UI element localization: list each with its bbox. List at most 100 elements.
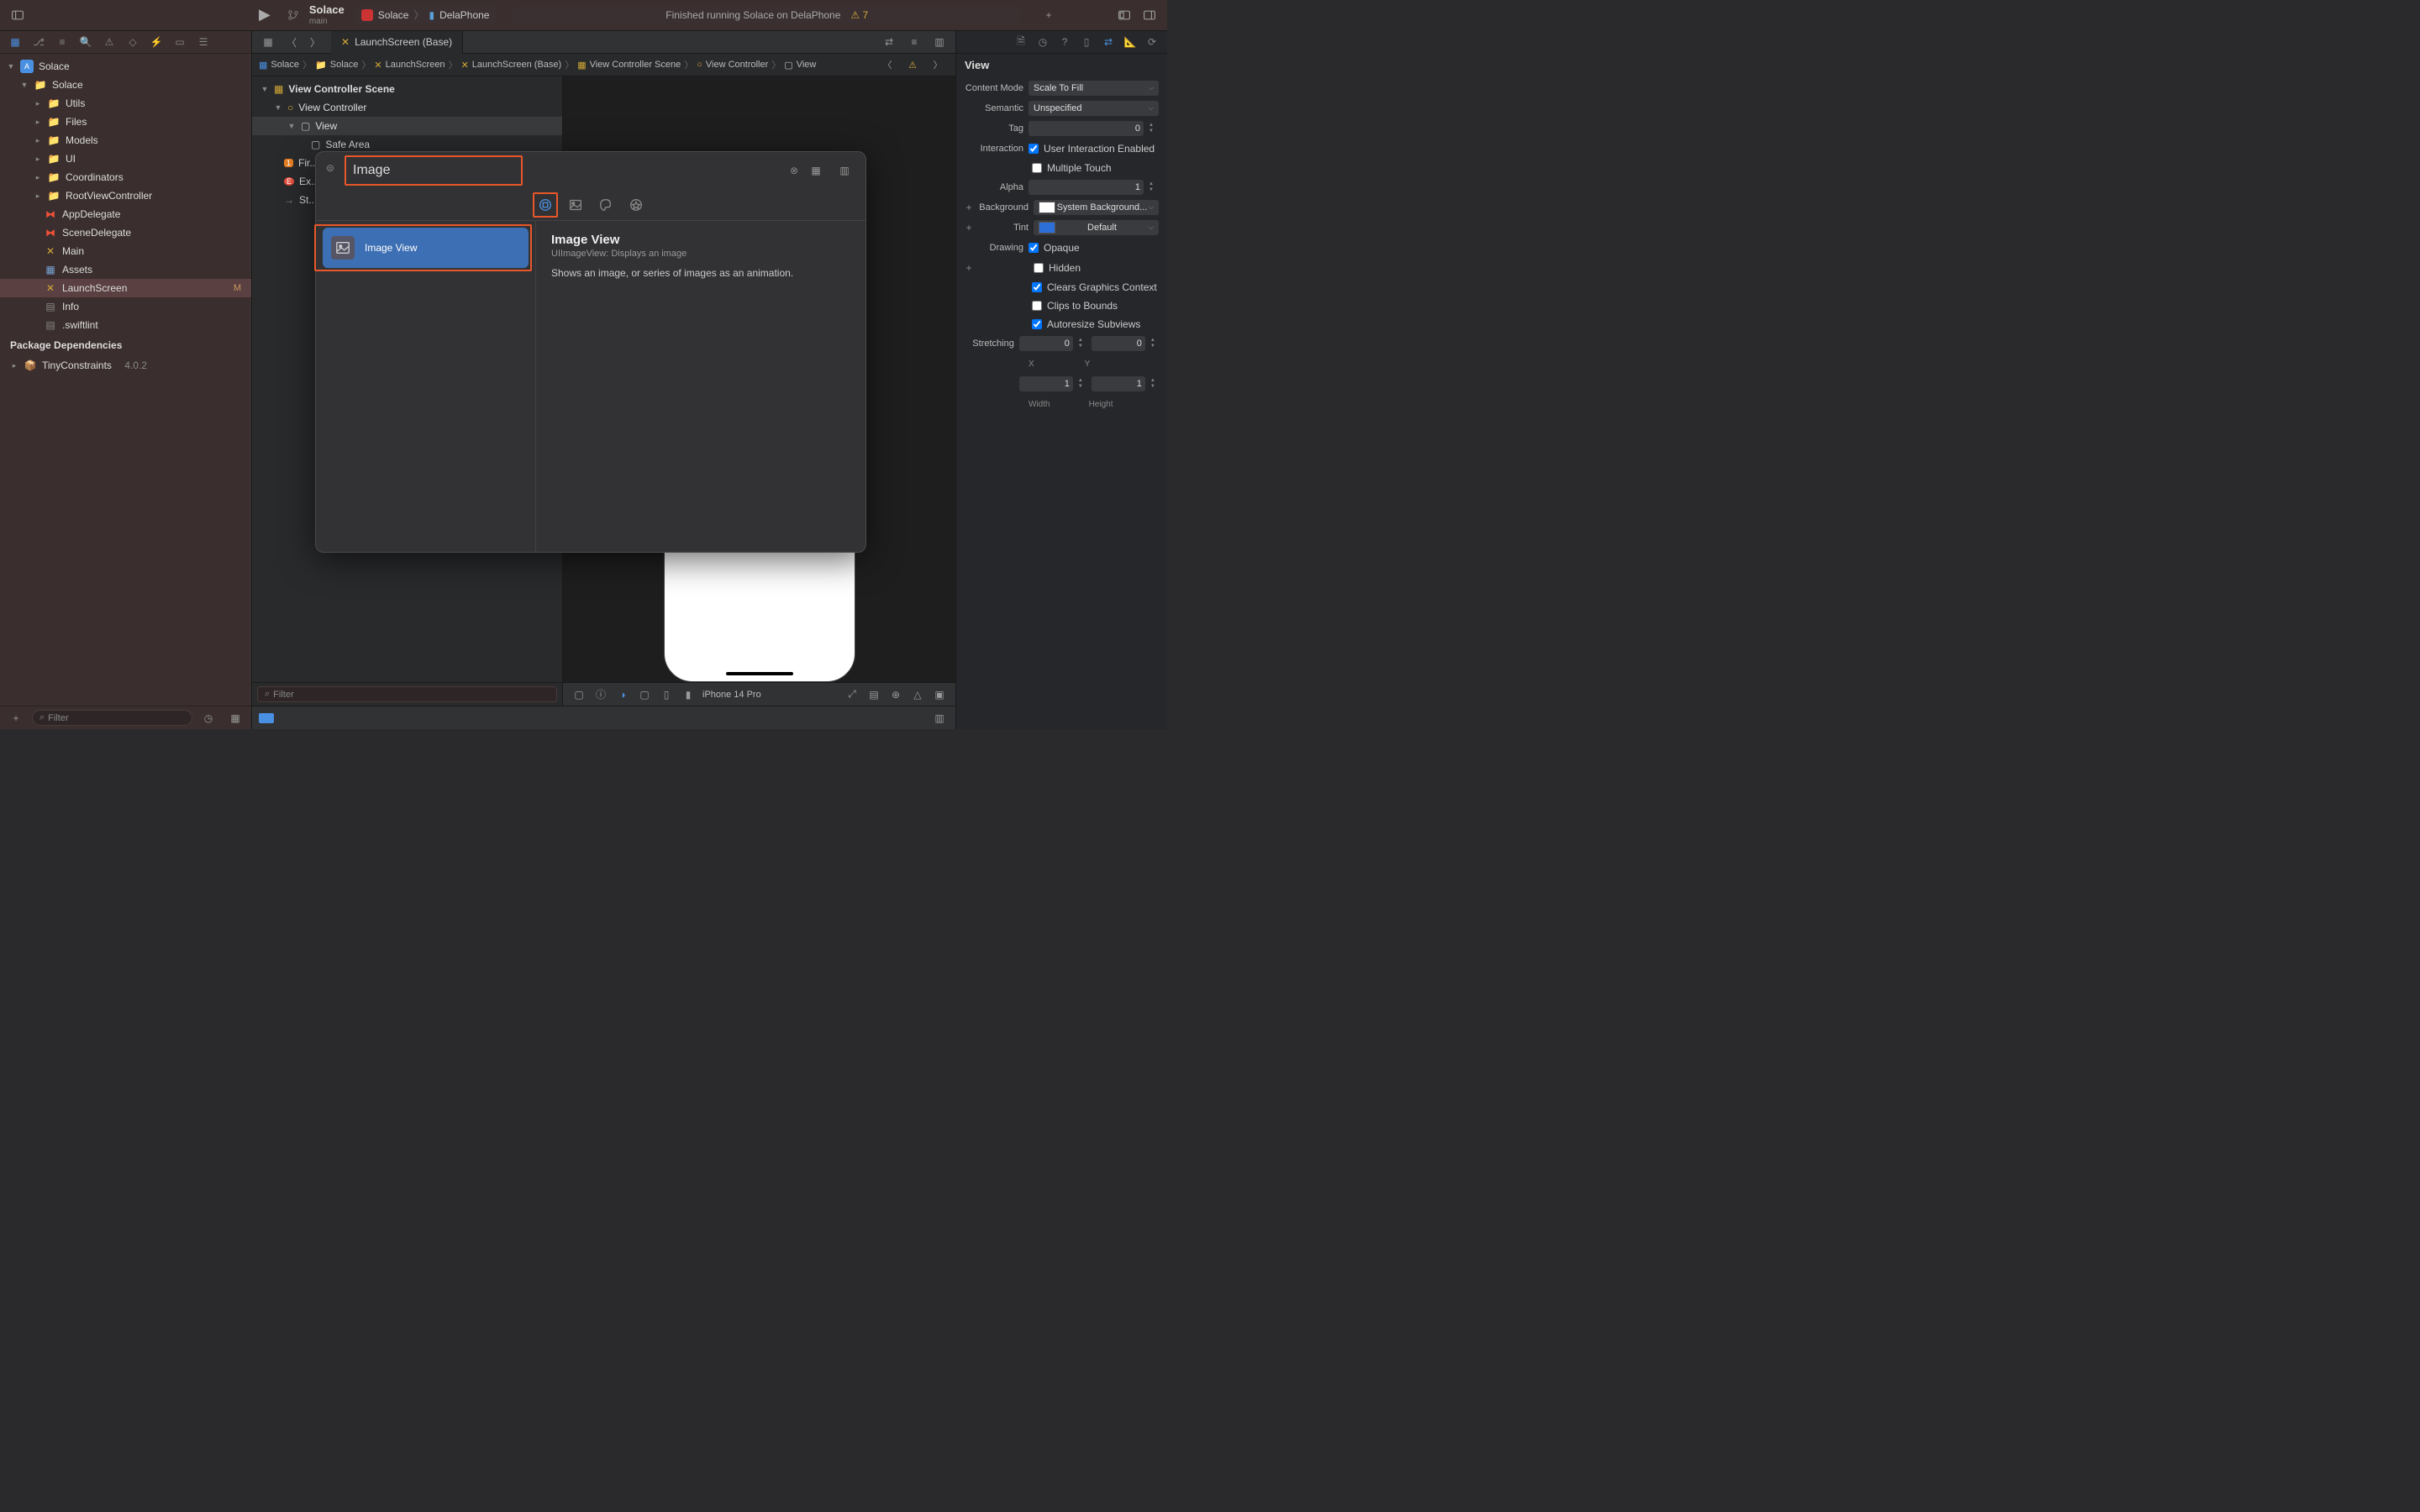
orientation-icon[interactable]: ⓘ: [592, 687, 610, 702]
breadcrumb-item[interactable]: ▢ View: [784, 60, 816, 71]
add-editor-button[interactable]: +: [1038, 6, 1060, 24]
add-tint-icon[interactable]: +: [965, 222, 973, 234]
jump-bar-right-icon[interactable]: 〉: [927, 55, 949, 74]
tree-group[interactable]: ▼📁 Solace: [0, 76, 251, 94]
tree-file[interactable]: ▤Info: [0, 297, 251, 316]
phone-icon[interactable]: ▮: [679, 687, 697, 702]
alpha-field[interactable]: [1028, 180, 1144, 195]
attributes-inspector-icon[interactable]: ⇄: [1098, 34, 1118, 50]
stretch-x-field[interactable]: [1019, 336, 1073, 351]
clear-search-icon[interactable]: ⊗: [790, 165, 798, 176]
tree-file[interactable]: ▦Assets: [0, 260, 251, 279]
library-filter-icon[interactable]: ⊜: [326, 162, 343, 179]
adjust-editor-icon[interactable]: ≡: [903, 33, 925, 51]
outline-filter[interactable]: ⌕Filter: [257, 686, 557, 702]
history-inspector-icon[interactable]: ◷: [1033, 34, 1053, 50]
background-select[interactable]: System Background...: [1034, 200, 1159, 215]
tree-file[interactable]: ✕Main: [0, 242, 251, 260]
connections-inspector-icon[interactable]: ⟳: [1142, 34, 1162, 50]
library-search-input[interactable]: [350, 160, 518, 181]
tree-folder[interactable]: ▸📁RootViewController: [0, 186, 251, 205]
tree-folder[interactable]: ▸📁Coordinators: [0, 168, 251, 186]
sidebar-left-icon[interactable]: [7, 6, 29, 24]
jump-bar-left-icon[interactable]: 〈: [876, 55, 898, 74]
align-icon[interactable]: ▤: [865, 687, 883, 702]
stepper-icon[interactable]: ▲▼: [1078, 338, 1086, 349]
device-label[interactable]: iPhone 14 Pro: [702, 690, 761, 700]
debug-panel-toggle-icon[interactable]: ▥: [930, 711, 949, 726]
status-warnings[interactable]: ⚠ 7: [850, 9, 868, 21]
breadcrumb-item[interactable]: ✕ LaunchScreen (Base): [461, 60, 562, 71]
close-tab-icon[interactable]: ✕: [341, 36, 350, 48]
library-item-image-view[interactable]: Image View: [323, 228, 529, 268]
color-tab-icon[interactable]: [597, 196, 615, 214]
symbol-navigator-icon[interactable]: ≡: [52, 34, 72, 50]
source-control-icon[interactable]: ⎇: [29, 34, 49, 50]
stepper-icon[interactable]: ▲▼: [1149, 181, 1159, 193]
stretch-w-field[interactable]: [1019, 376, 1073, 391]
breakpoint-navigator-icon[interactable]: ▭: [170, 34, 190, 50]
tree-folder[interactable]: ▸📁Files: [0, 113, 251, 131]
tag-field[interactable]: [1028, 121, 1144, 136]
view-as-icon[interactable]: ▢: [570, 687, 588, 702]
library-toggle-icon[interactable]: [1113, 6, 1135, 24]
debug-navigator-icon[interactable]: ⚡: [146, 34, 166, 50]
clears-graphics-check[interactable]: [1032, 282, 1042, 292]
scm-filter-icon[interactable]: ▦: [224, 709, 246, 727]
opaque-check[interactable]: [1028, 243, 1039, 253]
pin-icon[interactable]: ⊕: [886, 687, 905, 702]
test-navigator-icon[interactable]: ◇: [123, 34, 143, 50]
tint-select[interactable]: Default: [1034, 220, 1159, 235]
breadcrumb-item[interactable]: ▦ View Controller Scene: [577, 60, 681, 71]
zoom-fit-icon[interactable]: ⤢: [843, 687, 861, 702]
stretch-y-field[interactable]: [1092, 336, 1145, 351]
find-navigator-icon[interactable]: 🔍: [76, 34, 96, 50]
tree-root[interactable]: ▼A Solace: [0, 57, 251, 76]
breadcrumb-item[interactable]: ✕ LaunchScreen: [374, 60, 445, 71]
stretch-h-field[interactable]: [1092, 376, 1145, 391]
scheme-selector[interactable]: Solace 〉 ▮ DelaPhone: [355, 5, 497, 24]
tree-file-selected[interactable]: ✕LaunchScreenM: [0, 279, 251, 297]
issue-navigator-icon[interactable]: ⚠: [99, 34, 119, 50]
stepper-icon[interactable]: ▲▼: [1149, 123, 1159, 134]
autoresize-check[interactable]: [1032, 319, 1042, 329]
media-tab-icon[interactable]: [566, 196, 585, 214]
breadcrumb[interactable]: ▦ Solace〉 📁 Solace〉 ✕ LaunchScreen〉 ✕ La…: [252, 54, 955, 76]
appearance-icon[interactable]: ◑: [613, 687, 632, 702]
stepper-icon[interactable]: ▲▼: [1078, 378, 1086, 390]
tree-file[interactable]: ⧓SceneDelegate: [0, 223, 251, 242]
resolve-icon[interactable]: △: [908, 687, 927, 702]
editor-tab[interactable]: ✕ LaunchScreen (Base): [331, 31, 463, 54]
detail-view-icon[interactable]: ▥: [834, 161, 855, 180]
semantic-select[interactable]: Unspecified: [1028, 101, 1159, 116]
sidebar-right-icon[interactable]: [1139, 6, 1160, 24]
clips-bounds-check[interactable]: [1032, 301, 1042, 311]
breadcrumb-item[interactable]: ▦ Solace: [259, 60, 299, 71]
grid-view-icon[interactable]: ▦: [805, 161, 827, 180]
tree-folder[interactable]: ▸📁UI: [0, 150, 251, 168]
tree-file[interactable]: ▤.swiftlint: [0, 316, 251, 334]
report-navigator-icon[interactable]: ☰: [193, 34, 213, 50]
embed-icon[interactable]: ▣: [930, 687, 949, 702]
file-inspector-icon[interactable]: 🗎: [1011, 34, 1031, 50]
outline-scene[interactable]: ▼▦ View Controller Scene: [252, 80, 562, 98]
outline-vc[interactable]: ▼○ View Controller: [252, 98, 562, 117]
user-interaction-check[interactable]: [1028, 144, 1039, 154]
hidden-check[interactable]: [1034, 263, 1044, 273]
device-config-icon[interactable]: ▢: [635, 687, 654, 702]
stepper-icon[interactable]: ▲▼: [1150, 338, 1159, 349]
navigator-filter[interactable]: ⌕Filter: [32, 710, 192, 726]
layout-icon[interactable]: ▯: [657, 687, 676, 702]
add-files-button[interactable]: +: [5, 709, 27, 727]
code-review-icon[interactable]: ⇄: [878, 33, 900, 51]
identity-inspector-icon[interactable]: ▯: [1076, 34, 1097, 50]
add-background-icon[interactable]: +: [965, 202, 973, 213]
tree-package[interactable]: ▸📦TinyConstraints 4.0.2: [0, 356, 251, 375]
breadcrumb-item[interactable]: ○ View Controller: [697, 60, 768, 70]
jump-bar-warning-icon[interactable]: ⚠: [902, 55, 923, 74]
multiple-touch-check[interactable]: [1032, 163, 1042, 173]
related-items-icon[interactable]: ▦: [257, 33, 279, 51]
tree-folder[interactable]: ▸📁Utils: [0, 94, 251, 113]
forward-button[interactable]: 〉: [304, 33, 326, 51]
back-button[interactable]: 〈: [281, 33, 302, 51]
